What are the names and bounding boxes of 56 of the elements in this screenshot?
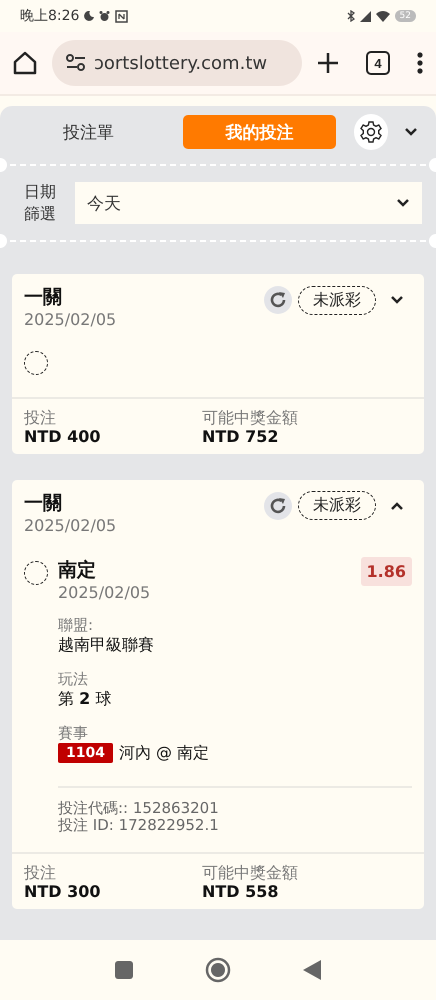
recents-button[interactable] bbox=[115, 961, 133, 979]
chevron-down-icon bbox=[390, 295, 404, 305]
bet-title: 一關 bbox=[24, 285, 63, 310]
tune-icon bbox=[66, 54, 86, 72]
payout-value: NTD 558 bbox=[202, 882, 280, 901]
settings-button[interactable] bbox=[354, 114, 388, 150]
bet-id-text: 投注代碼:: 152863201 bbox=[58, 800, 220, 817]
bet-date: 2025/02/05 bbox=[24, 310, 116, 329]
address-bar[interactable]: ɔortslottery.com.tw bbox=[52, 40, 302, 86]
filter-label: 日期篩選 bbox=[24, 180, 57, 225]
field-label: 聯盟: bbox=[58, 616, 94, 635]
payout-label: 可能中獎金額 bbox=[202, 409, 299, 427]
payout-label: 可能中獎金額 bbox=[202, 864, 299, 882]
stake-label: 投注 bbox=[24, 864, 57, 882]
refresh-button[interactable] bbox=[264, 286, 292, 314]
url-text: ɔortslottery.com.tw bbox=[94, 52, 268, 74]
odds-badge: 1.86 bbox=[360, 556, 412, 586]
chevron-down-icon bbox=[396, 198, 410, 208]
chevron-up-icon bbox=[390, 500, 404, 511]
status-tag: 未派彩 bbox=[298, 286, 376, 314]
moon-icon bbox=[84, 11, 94, 21]
home-nav-button[interactable] bbox=[205, 957, 231, 983]
tab[interactable]: 投注單 bbox=[12, 115, 165, 149]
bet-id-text: 投注 ID: 172822952.1 bbox=[58, 816, 220, 834]
field-label: 賽事 bbox=[58, 724, 89, 743]
tab-count-button[interactable]: 4 bbox=[366, 51, 390, 75]
field-value: 越南甲級聯賽 bbox=[58, 634, 155, 656]
home-button[interactable] bbox=[12, 50, 38, 76]
battery-icon: 52 bbox=[394, 10, 416, 22]
payout-value: NTD 752 bbox=[202, 426, 280, 446]
event-code: 1104 bbox=[58, 743, 113, 764]
alarm-icon bbox=[99, 10, 110, 22]
selection-date: 2025/02/05 bbox=[58, 582, 150, 602]
status-time: 晚上8:26 bbox=[20, 7, 80, 25]
new-tab-button[interactable] bbox=[316, 51, 340, 75]
stake-value: NTD 400 bbox=[24, 426, 102, 446]
field-label: 玩法 bbox=[58, 670, 89, 689]
bet-date: 2025/02/05 bbox=[24, 516, 116, 535]
refresh-button[interactable] bbox=[264, 492, 292, 520]
menu-button[interactable] bbox=[416, 51, 424, 75]
selection-name: 南定 bbox=[58, 558, 97, 583]
back-button[interactable] bbox=[303, 960, 321, 980]
stake-label: 投注 bbox=[24, 409, 57, 427]
nfc-icon bbox=[115, 10, 128, 22]
event-name: 河內 @ 南定 bbox=[118, 742, 210, 764]
refresh-icon bbox=[268, 496, 288, 516]
status-tag: 未派彩 bbox=[298, 491, 376, 520]
date-filter-select[interactable]: 今天 bbox=[75, 182, 422, 224]
signal-icon bbox=[360, 10, 371, 22]
bluetooth-icon bbox=[346, 10, 355, 22]
bet-title: 一關 bbox=[24, 490, 63, 516]
stake-value: NTD 300 bbox=[24, 882, 102, 901]
refresh-icon bbox=[268, 290, 288, 310]
field-value: 第 2 球 bbox=[58, 688, 112, 710]
wifi-icon bbox=[376, 10, 390, 22]
chevron-down-icon bbox=[404, 127, 418, 137]
